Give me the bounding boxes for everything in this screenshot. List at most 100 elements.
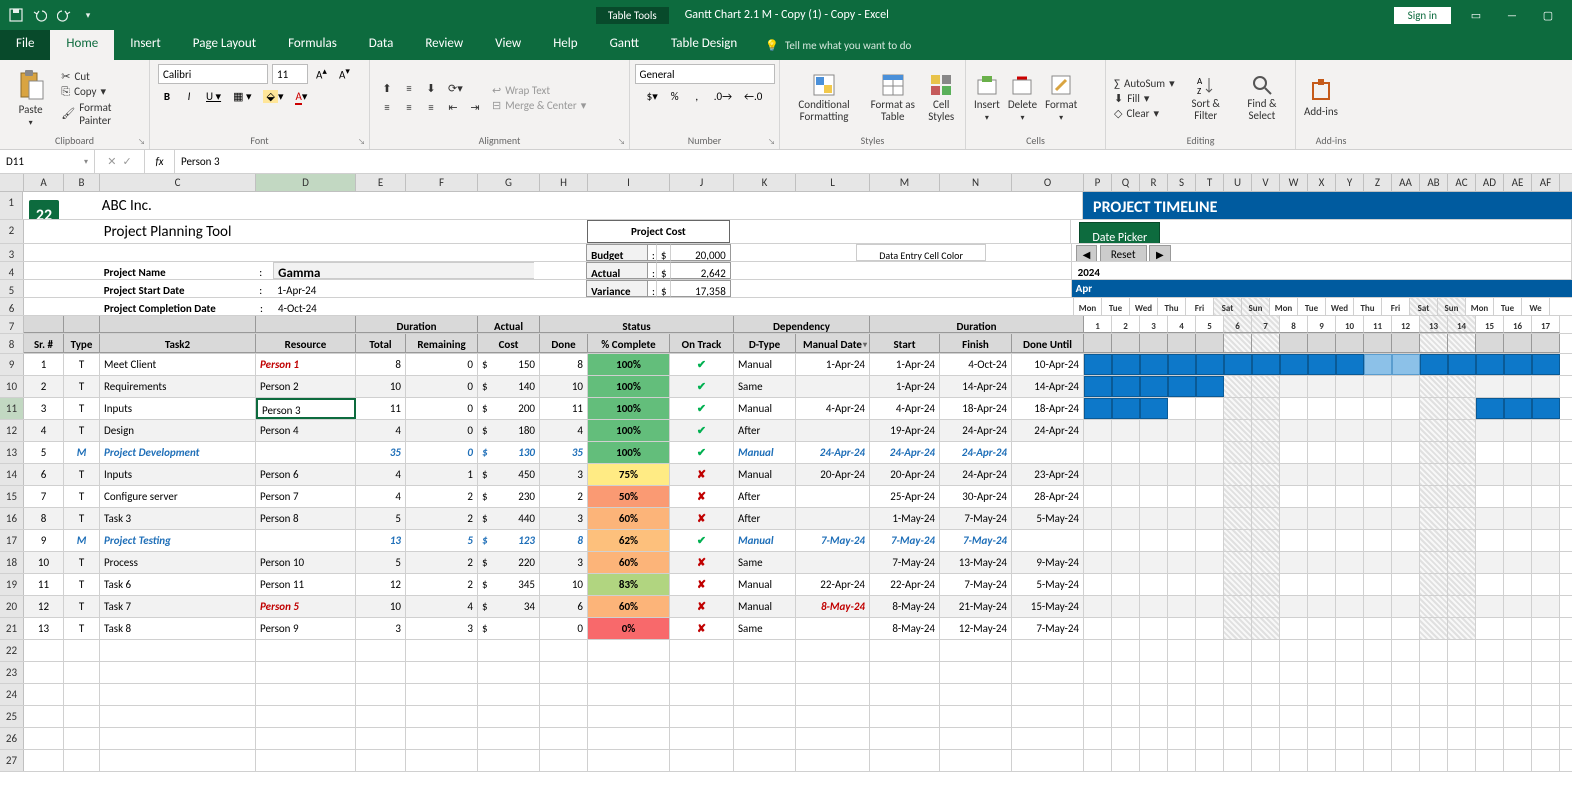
ribbon-options-icon[interactable]: ▭	[1464, 3, 1488, 27]
cut-button[interactable]: ✂ Cut	[61, 70, 141, 83]
name-box[interactable]: D11▾	[0, 150, 95, 173]
next-arrow-button[interactable]: ▶	[1149, 245, 1171, 261]
minimize-icon[interactable]: —	[1500, 3, 1524, 27]
copy-button[interactable]: ⎘ Copy ▾	[61, 85, 141, 99]
table-row: 2012TTask 7Person 5104$34660%✘Manual8-Ma…	[0, 596, 1572, 618]
tab-review[interactable]: Review	[409, 30, 479, 60]
save-icon[interactable]	[8, 7, 24, 23]
col-I[interactable]: I	[588, 174, 670, 191]
decrease-decimal-icon[interactable]: ←.0	[740, 88, 766, 105]
insert-cells-button[interactable]: Insert▾	[974, 74, 1000, 123]
increase-font-icon[interactable]: A▴	[312, 64, 331, 84]
project-cost-title[interactable]: Project Cost	[587, 220, 731, 243]
col-O[interactable]: O	[1012, 174, 1084, 191]
font-color-button[interactable]: A▾	[291, 88, 311, 105]
date-picker-button[interactable]: Date Picker	[1079, 222, 1160, 243]
format-cells-button[interactable]: Format▾	[1045, 74, 1077, 123]
formula-input[interactable]: Person 3	[175, 150, 1572, 173]
bold-button[interactable]: B	[158, 88, 176, 105]
col-N[interactable]: N	[940, 174, 1012, 191]
fx-icon[interactable]: fx	[145, 150, 175, 173]
number-format-select[interactable]	[635, 64, 775, 84]
tab-home[interactable]: Home	[50, 30, 114, 60]
font-size-select[interactable]	[272, 64, 308, 84]
tab-formulas[interactable]: Formulas	[272, 30, 353, 60]
number-launcher-icon[interactable]: ↘	[768, 137, 775, 147]
font-family-select[interactable]	[158, 64, 268, 84]
wrap-text-button[interactable]: ↩ Wrap Text	[492, 84, 586, 97]
tab-help[interactable]: Help	[537, 30, 593, 60]
filter-dropdown-icon[interactable]: ▾	[863, 334, 867, 353]
fill-color-button[interactable]: ⬙▾	[259, 88, 287, 105]
col-E[interactable]: E	[356, 174, 406, 191]
clipboard-launcher-icon[interactable]: ↘	[138, 137, 145, 147]
col-D[interactable]: D	[256, 174, 356, 191]
enter-icon[interactable]: ✓	[123, 155, 132, 168]
col-B[interactable]: B	[64, 174, 100, 191]
col-K[interactable]: K	[734, 174, 796, 191]
orientation-icon[interactable]: ⟳▾	[444, 80, 467, 97]
col-L[interactable]: L	[796, 174, 870, 191]
tell-me[interactable]: 💡 Tell me what you want to do	[753, 30, 923, 60]
increase-decimal-icon[interactable]: .0→	[710, 88, 736, 105]
currency-icon[interactable]: $▾	[643, 88, 662, 105]
tool-name[interactable]: Project Planning Tool	[100, 220, 355, 243]
title-bar: ▾ Table Tools Gantt Chart 2.1 M - Copy (…	[0, 0, 1572, 30]
col-F[interactable]: F	[406, 174, 478, 191]
tab-data[interactable]: Data	[353, 30, 410, 60]
autosum-button[interactable]: ∑ AutoSum ▾	[1114, 77, 1175, 90]
company-name[interactable]: ABC Inc.	[98, 192, 696, 219]
tab-page-layout[interactable]: Page Layout	[177, 30, 272, 60]
maximize-icon[interactable]: ▢	[1536, 3, 1560, 27]
tab-view[interactable]: View	[479, 30, 537, 60]
find-select-button[interactable]: Find & Select	[1237, 74, 1287, 122]
font-launcher-icon[interactable]: ↘	[358, 137, 365, 147]
sign-in-button[interactable]: Sign in	[1393, 6, 1452, 25]
col-M[interactable]: M	[870, 174, 940, 191]
italic-button[interactable]: I	[180, 88, 198, 105]
tab-file[interactable]: File	[0, 30, 50, 60]
decrease-font-icon[interactable]: A▾	[335, 64, 354, 84]
percent-icon[interactable]: %	[666, 88, 684, 105]
redo-icon[interactable]	[56, 7, 72, 23]
format-as-table-button[interactable]: Format as Table	[868, 73, 917, 123]
select-all-corner[interactable]	[0, 174, 24, 191]
tab-gantt[interactable]: Gantt	[594, 30, 655, 60]
col-G[interactable]: G	[478, 174, 540, 191]
qat-dropdown-icon[interactable]: ▾	[80, 7, 96, 23]
border-button[interactable]: ▦ ▾	[229, 88, 255, 105]
increase-indent-icon[interactable]: ⇥	[466, 99, 484, 116]
cell-styles-button[interactable]: Cell Styles	[925, 73, 957, 123]
format-painter-button[interactable]: 🖌 Format Painter	[61, 101, 141, 127]
comma-icon[interactable]: ,	[688, 88, 706, 105]
alignment-launcher-icon[interactable]: ↘	[618, 137, 625, 147]
clear-button[interactable]: ◇ Clear ▾	[1114, 107, 1175, 120]
undo-icon[interactable]	[32, 7, 48, 23]
sort-filter-button[interactable]: AZSort & Filter	[1183, 74, 1229, 122]
paste-button[interactable]: Paste ▾	[8, 69, 53, 128]
align-right-icon[interactable]: ≡	[422, 99, 440, 116]
align-top-icon[interactable]: ⬆	[378, 80, 396, 97]
align-center-icon[interactable]: ≡	[400, 99, 418, 116]
merge-center-button[interactable]: ⊟ Merge & Center ▾	[492, 99, 586, 112]
addins-button[interactable]: Add-ins	[1304, 79, 1338, 118]
col-C[interactable]: C	[100, 174, 256, 191]
project-name[interactable]: Gamma	[273, 262, 534, 279]
prev-arrow-button[interactable]: ◀	[1076, 245, 1098, 261]
tab-insert[interactable]: Insert	[114, 30, 177, 60]
fill-button[interactable]: ⬇ Fill ▾	[1114, 92, 1175, 105]
col-A[interactable]: A	[24, 174, 64, 191]
underline-button[interactable]: U ▾	[202, 88, 225, 105]
conditional-formatting-button[interactable]: Conditional Formatting	[788, 73, 860, 123]
align-middle-icon[interactable]: ≡	[400, 80, 418, 97]
col-J[interactable]: J	[670, 174, 734, 191]
selected-cell[interactable]: Person 3▾	[256, 398, 356, 419]
reset-button[interactable]: Reset	[1100, 245, 1147, 261]
tab-table-design[interactable]: Table Design	[655, 30, 753, 60]
align-bottom-icon[interactable]: ⬇	[422, 80, 440, 97]
cancel-icon[interactable]: ✕	[107, 155, 116, 168]
decrease-indent-icon[interactable]: ⇤	[444, 99, 462, 116]
align-left-icon[interactable]: ≡	[378, 99, 396, 116]
delete-cells-button[interactable]: Delete▾	[1008, 74, 1037, 123]
col-H[interactable]: H	[540, 174, 588, 191]
